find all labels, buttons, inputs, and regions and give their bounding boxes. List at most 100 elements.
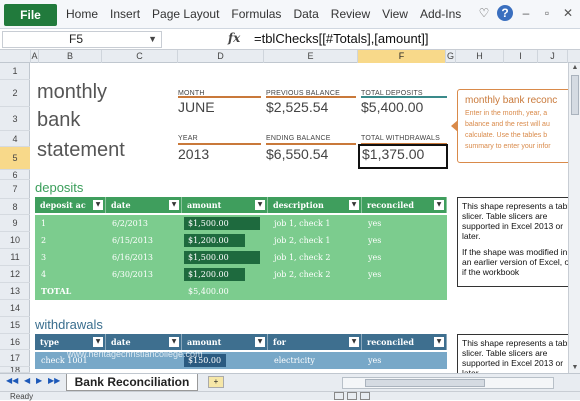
select-all-corner[interactable] (0, 50, 31, 63)
row-header[interactable]: 15 (0, 317, 30, 334)
deposit-cell-no[interactable]: 1 (35, 215, 106, 232)
tab-data[interactable]: Data (287, 0, 324, 29)
amount-header[interactable]: amount ▼ (182, 334, 268, 350)
deposit-cell-rec[interactable]: yes (362, 266, 447, 283)
withdrawal-cell-rec[interactable]: yes (362, 352, 447, 369)
tab-page-layout[interactable]: Page Layout (146, 0, 225, 29)
date-header[interactable]: date ▼ (106, 197, 182, 213)
deposit-cell-amount[interactable]: $1,500.00 (182, 249, 268, 266)
column-header-i[interactable]: I (504, 50, 538, 63)
withdrawal-cell-for[interactable]: electricity (268, 352, 362, 369)
filter-dropdown-icon[interactable]: ▼ (434, 337, 444, 347)
column-header-b[interactable]: B (39, 50, 102, 63)
deposit-cell-no[interactable]: 3 (35, 249, 106, 266)
row-header[interactable]: 16 (0, 334, 30, 350)
ending-balance-value[interactable]: $6,550.54 (266, 146, 328, 162)
row-header[interactable]: 1 (0, 63, 30, 80)
filter-dropdown-icon[interactable]: ▼ (93, 337, 103, 347)
deposit-cell-desc[interactable]: job 1, check 1 (268, 215, 362, 232)
year-value[interactable]: 2013 (178, 146, 209, 162)
reconciled-header[interactable]: reconciled ▼ (362, 197, 447, 213)
column-header-f[interactable]: F (358, 50, 446, 63)
column-header-g[interactable]: G (446, 50, 456, 63)
column-header-c[interactable]: C (102, 50, 178, 63)
filter-dropdown-icon[interactable]: ▼ (349, 337, 359, 347)
row-header-selected[interactable]: 5 (0, 147, 30, 170)
minimize-icon[interactable]: – (518, 5, 534, 21)
row-header[interactable]: 17 (0, 350, 30, 367)
column-header-h[interactable]: H (456, 50, 504, 63)
horizontal-scrollbar[interactable] (342, 377, 554, 389)
row-header[interactable]: 11 (0, 249, 30, 266)
row-header[interactable]: 7 (0, 180, 30, 199)
deposit-account-header[interactable]: deposit ac ▼ (35, 197, 106, 213)
date-header[interactable]: date ▼ (106, 334, 182, 350)
restore-icon[interactable]: ▫ (539, 5, 555, 21)
deposit-cell-rec[interactable]: yes (362, 215, 447, 232)
reconciled-header[interactable]: reconciled ▼ (362, 334, 447, 350)
filter-dropdown-icon[interactable]: ▼ (93, 200, 103, 210)
deposit-cell-amount[interactable]: $1,500.00 (182, 215, 268, 232)
slicer-placeholder-withdrawals[interactable]: This shape represents a table slicer. Ta… (457, 334, 580, 373)
active-cell-f5[interactable] (358, 144, 448, 169)
page-layout-view-icon[interactable] (347, 392, 357, 400)
row-header[interactable]: 6 (0, 170, 30, 180)
chevron-down-icon[interactable]: ▼ (148, 32, 157, 47)
deposit-cell-date[interactable]: 6/16/2013 (106, 249, 182, 266)
next-sheet-icon[interactable]: ▶ (36, 376, 42, 385)
month-value[interactable]: JUNE (178, 99, 215, 115)
filter-dropdown-icon[interactable]: ▼ (434, 200, 444, 210)
vertical-scroll-thumb[interactable] (571, 75, 579, 115)
previous-balance-value[interactable]: $2,525.54 (266, 99, 328, 115)
type-header[interactable]: type ▼ (35, 334, 106, 350)
tab-add-ins[interactable]: Add-Ins (414, 0, 467, 29)
sheet-tab-bank-reconciliation[interactable]: Bank Reconciliation (66, 374, 198, 391)
deposit-cell-amount[interactable]: $1,200.00 (182, 232, 268, 249)
amount-header[interactable]: amount ▼ (182, 197, 268, 213)
row-header[interactable]: 12 (0, 266, 30, 283)
deposit-cell-rec[interactable]: yes (362, 249, 447, 266)
file-tab[interactable]: File (4, 4, 57, 26)
row-header[interactable]: 9 (0, 215, 30, 232)
close-icon[interactable]: ✕ (560, 5, 576, 21)
deposit-cell-desc[interactable]: job 2, check 2 (268, 266, 362, 283)
row-header[interactable]: 10 (0, 232, 30, 249)
column-header-j[interactable]: J (538, 50, 568, 63)
slicer-placeholder-deposits[interactable]: This shape represents a table slicer. Ta… (457, 197, 580, 287)
help-icon[interactable]: ? (497, 5, 513, 21)
first-sheet-icon[interactable]: ◀◀ (6, 376, 18, 385)
tab-home[interactable]: Home (60, 0, 104, 29)
row-header[interactable]: 14 (0, 300, 30, 317)
heart-icon[interactable]: ♡ (476, 5, 492, 21)
column-header-d[interactable]: D (178, 50, 264, 63)
vertical-scrollbar[interactable]: ▲ ▼ (568, 63, 580, 373)
filter-dropdown-icon[interactable]: ▼ (255, 337, 265, 347)
column-header-a[interactable]: A (31, 50, 39, 63)
fx-icon[interactable]: fx (228, 31, 240, 45)
deposit-cell-date[interactable]: 6/15/2013 (106, 232, 182, 249)
for-header[interactable]: for ▼ (268, 334, 362, 350)
deposit-cell-rec[interactable]: yes (362, 232, 447, 249)
page-break-view-icon[interactable] (360, 392, 370, 400)
last-sheet-icon[interactable]: ▶▶ (48, 376, 60, 385)
formula-input[interactable]: =tblChecks[[#Totals],[amount]] (254, 31, 429, 46)
row-header[interactable]: 3 (0, 107, 30, 131)
tab-formulas[interactable]: Formulas (225, 0, 287, 29)
row-header[interactable]: 4 (0, 131, 30, 147)
filter-dropdown-icon[interactable]: ▼ (169, 337, 179, 347)
row-header[interactable]: 2 (0, 80, 30, 107)
deposit-cell-no[interactable]: 4 (35, 266, 106, 283)
description-header[interactable]: description ▼ (268, 197, 362, 213)
total-deposits-value[interactable]: $5,400.00 (361, 99, 423, 115)
tab-view[interactable]: View (376, 0, 414, 29)
normal-view-icon[interactable] (334, 392, 344, 400)
scroll-up-icon[interactable]: ▲ (569, 63, 580, 73)
horizontal-scroll-thumb[interactable] (365, 379, 485, 387)
tab-review[interactable]: Review (325, 0, 376, 29)
filter-dropdown-icon[interactable]: ▼ (255, 200, 265, 210)
deposit-cell-date[interactable]: 6/30/2013 (106, 266, 182, 283)
column-header-e[interactable]: E (264, 50, 358, 63)
total-amount[interactable]: $5,400.00 (182, 283, 268, 300)
deposit-cell-amount[interactable]: $1,200.00 (182, 266, 268, 283)
new-sheet-icon[interactable]: + (208, 376, 224, 388)
